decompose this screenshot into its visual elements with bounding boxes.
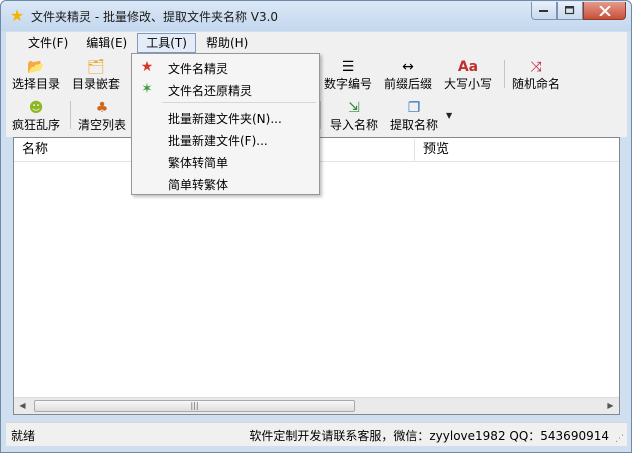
- minimize-button[interactable]: [531, 2, 557, 20]
- window-controls: [531, 2, 626, 20]
- extract-dropdown-arrow-icon[interactable]: ▼: [446, 111, 452, 120]
- menu-item-simplified-to-traditional[interactable]: 简单转繁体: [134, 172, 317, 194]
- toolbar-separator: [504, 60, 505, 88]
- window-title: 文件夹精灵 - 批量修改、提取文件夹名称 V3.0: [31, 10, 279, 24]
- menu-file[interactable]: 文件(F): [20, 33, 76, 53]
- nested-directory-button[interactable]: 🗂 目录嵌套: [70, 56, 122, 94]
- app-window: ★ 文件夹精灵 - 批量修改、提取文件夹名称 V3.0 文件(F) 编辑(E) …: [0, 0, 632, 453]
- menu-bar: 文件(F) 编辑(E) 工具(T) 帮助(H): [6, 32, 627, 53]
- toolbar-separator: [320, 101, 321, 129]
- copy-extract-icon: ❐: [407, 100, 421, 116]
- contact-info: 软件定制开发请联系客服，微信：zyylove1982 QQ：543690914: [249, 429, 609, 443]
- star-icon: ★: [9, 6, 25, 25]
- broom-icon: ♣: [95, 100, 109, 116]
- shuffle-icon: ⤨: [530, 59, 542, 75]
- maximize-button[interactable]: [557, 2, 583, 20]
- toolbar-separator: [70, 101, 71, 129]
- menu-item-batch-new-folder[interactable]: 批量新建文件夹(N)...: [134, 106, 317, 128]
- clear-list-button[interactable]: ♣ 清空列表: [76, 97, 128, 135]
- letter-case-button[interactable]: Aa 大写小写: [442, 56, 494, 94]
- menu-item-filename-restore[interactable]: ✶ 文件名还原精灵: [134, 78, 317, 100]
- menu-help[interactable]: 帮助(H): [198, 33, 256, 53]
- column-preview[interactable]: 预览: [415, 138, 619, 161]
- status-bar: 就绪 软件定制开发请联系客服，微信：zyylove1982 QQ：5436909…: [6, 422, 627, 446]
- number-rename-button[interactable]: ☰ 数字编号: [322, 56, 374, 94]
- prefix-suffix-button[interactable]: ↔ 前缀后缀: [382, 56, 434, 94]
- folder-open-icon: 📂: [27, 59, 45, 75]
- import-icon: ⇲: [348, 100, 360, 116]
- red-star-icon: ★: [140, 59, 154, 75]
- scroll-thumb[interactable]: |||: [34, 400, 355, 412]
- import-names-button[interactable]: ⇲ 导入名称: [328, 97, 380, 135]
- scroll-right-icon[interactable]: ▶: [602, 398, 619, 414]
- horizontal-scrollbar[interactable]: ◀ ||| ▶: [14, 397, 619, 414]
- crazy-face-icon: ☻: [28, 100, 44, 116]
- close-button[interactable]: [583, 2, 626, 20]
- menu-item-traditional-to-simplified[interactable]: 繁体转简单: [134, 150, 317, 172]
- scroll-left-icon[interactable]: ◀: [14, 398, 31, 414]
- menu-tools[interactable]: 工具(T): [137, 32, 196, 53]
- numbered-list-icon: ☰: [341, 59, 355, 75]
- menu-item-batch-new-file[interactable]: 批量新建文件(F)...: [134, 128, 317, 150]
- folder-nested-icon: 🗂: [87, 59, 105, 75]
- double-arrow-icon: ↔: [402, 59, 414, 75]
- menu-edit[interactable]: 编辑(E): [78, 33, 135, 53]
- tools-dropdown-menu: ★ 文件名精灵 ✶ 文件名还原精灵 批量新建文件夹(N)... 批量新建文件(F…: [131, 53, 320, 195]
- select-directory-button[interactable]: 📂 选择目录: [10, 56, 62, 94]
- extract-names-button[interactable]: ❐ 提取名称: [388, 97, 440, 135]
- title-bar[interactable]: ★ 文件夹精灵 - 批量修改、提取文件夹名称 V3.0: [1, 1, 631, 31]
- resize-grip-icon[interactable]: ⋰: [615, 434, 625, 444]
- status-text: 就绪: [11, 429, 36, 443]
- menu-item-filename-wizard[interactable]: ★ 文件名精灵: [134, 56, 317, 78]
- color-star-icon: ✶: [141, 81, 153, 97]
- menu-separator: [162, 102, 316, 103]
- letter-case-icon: Aa: [457, 59, 479, 75]
- crazy-shuffle-button[interactable]: ☻ 疯狂乱序: [10, 97, 62, 135]
- random-name-button[interactable]: ⤨ 随机命名: [510, 56, 562, 94]
